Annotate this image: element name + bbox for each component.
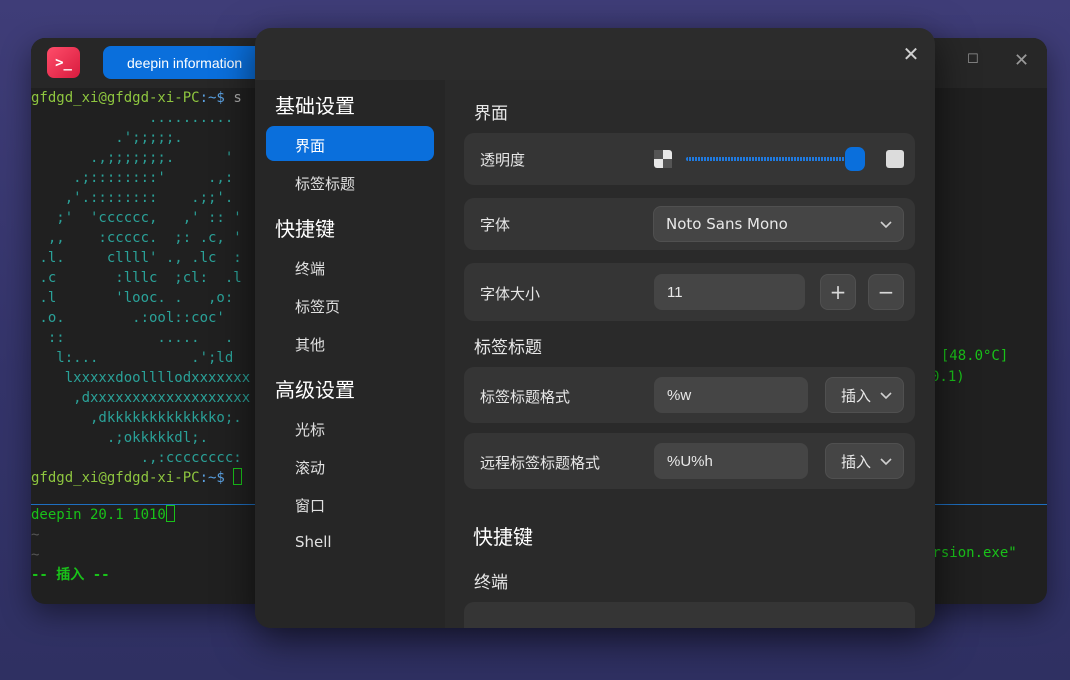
remote-format-label: 远程标签标题格式	[480, 454, 601, 472]
prompt-line-2: gfdgd_xi@gfdgd-xi-PC:~$	[31, 468, 243, 488]
remote-format-row: 远程标签标题格式 %U%h 插入	[464, 433, 915, 489]
settings-nav: 基础设置 界面 标签标题 快捷键 终端 标签页 其他 高级设置 光标 滚动 窗口…	[255, 80, 445, 628]
terminal-app-icon: >_	[47, 47, 80, 78]
nav-item-terminal[interactable]: 终端	[295, 258, 325, 279]
decrease-button[interactable]: −	[868, 274, 904, 310]
opacity-slider-handle[interactable]	[845, 147, 866, 171]
section-title-terminal: 终端	[474, 573, 508, 593]
font-combo[interactable]: Noto Sans Mono	[653, 206, 904, 242]
ascii-art-line: ,'.:::::::: .;;'.	[31, 190, 234, 206]
vim-insert-mode: -- 插入 --	[31, 567, 110, 583]
plus-icon: +	[829, 280, 847, 304]
remote-format-input[interactable]: %U%h	[654, 443, 808, 479]
ascii-art-line: l:... .';ld	[31, 350, 234, 366]
nav-item-scroll[interactable]: 滚动	[295, 457, 325, 478]
maximize-icon[interactable]: ☐	[967, 52, 979, 67]
nav-item-other[interactable]: 其他	[295, 334, 325, 355]
section-title-interface: 界面	[474, 104, 508, 124]
tab-format-label: 标签标题格式	[480, 388, 571, 406]
chevron-down-icon	[880, 458, 892, 466]
ascii-art-line: ,dkkkkkkkkkkkkko;.	[31, 410, 242, 426]
terminal-cursor	[233, 468, 243, 485]
vim-cursor	[165, 505, 175, 522]
nav-item-tab-title[interactable]: 标签标题	[295, 173, 355, 194]
nav-header-basic[interactable]: 基础设置	[275, 90, 355, 119]
command-prefix: s	[233, 90, 242, 106]
ascii-art-line: .;okkkkkdl;.	[31, 430, 209, 446]
section-title-tab-title: 标签标题	[474, 338, 542, 358]
ascii-art-line: .l. cllll' ., .lc :	[31, 250, 242, 266]
ascii-art-line: .,:cccccccc:	[31, 450, 242, 466]
nav-item-window[interactable]: 窗口	[295, 495, 325, 516]
ascii-art-line: lxxxxxdoollllodxxxxxxx	[31, 370, 251, 386]
prompt-path: :~$	[199, 90, 225, 106]
ascii-art-line: .o. .:ool::coc'	[31, 310, 225, 326]
vim-tilde-2: ~	[31, 547, 40, 563]
font-size-label: 字体大小	[480, 285, 541, 303]
minus-icon: −	[877, 280, 895, 304]
vim-tilde-1: ~	[31, 527, 40, 543]
tab-format-value: %w	[667, 386, 692, 404]
prompt-user: gfdgd_xi@gfdgd-xi-PC	[31, 90, 200, 106]
chevron-down-icon	[880, 221, 892, 229]
terminal-tab[interactable]: deepin information	[103, 46, 263, 79]
close-icon[interactable]: ✕	[900, 43, 922, 65]
section-title-shortcuts: 快捷键	[473, 525, 533, 549]
transparent-icon	[654, 150, 672, 168]
font-combo-value: Noto Sans Mono	[666, 215, 788, 233]
vim-text: deepin 20.1 1010	[31, 507, 166, 523]
ascii-art-line: ;' 'cccccc, ,' :: '	[31, 210, 242, 226]
opacity-label: 透明度	[480, 151, 526, 169]
ascii-art-line: .,;;;;;;;. '	[31, 150, 234, 166]
close-icon[interactable]: ✕	[1014, 50, 1029, 71]
tab-format-row: 标签标题格式 %w 插入	[464, 367, 915, 423]
font-label: 字体	[480, 216, 511, 234]
nav-item-shell[interactable]: Shell	[295, 533, 332, 551]
ascii-art-line: ..........	[31, 110, 234, 126]
ascii-art-line: :: ..... .	[31, 330, 234, 346]
font-size-row: 字体大小 11 + −	[464, 263, 915, 321]
ascii-art-line: ,, :ccccc. ;: .c, '	[31, 230, 242, 246]
vim-line: deepin 20.1 1010	[31, 505, 175, 525]
opaque-icon	[886, 150, 904, 168]
terminal-right-text-1: z [48.0°C]	[924, 348, 1009, 364]
opacity-slider[interactable]	[686, 157, 864, 161]
remote-format-insert-combo[interactable]: 插入	[825, 443, 904, 479]
nav-header-shortcuts[interactable]: 快捷键	[275, 213, 335, 242]
terminal-right-text-3: ersion.exe"	[924, 545, 1017, 561]
insert-label: 插入	[841, 386, 872, 405]
terminal-right-text-2: 0.1)	[931, 369, 965, 385]
ascii-art-line: ,dxxxxxxxxxxxxxxxxxxx	[31, 390, 251, 406]
nav-item-cursor[interactable]: 光标	[295, 419, 325, 440]
nav-item-interface[interactable]: 界面	[295, 135, 325, 156]
settings-dialog: ✕ 基础设置 界面 标签标题 快捷键 终端 标签页 其他 高级设置 光标 滚动 …	[255, 28, 935, 628]
nav-header-advanced[interactable]: 高级设置	[275, 374, 355, 403]
tab-format-input[interactable]: %w	[654, 377, 808, 413]
ascii-art-line: .;::::::::' .,:	[31, 170, 234, 186]
nav-item-tab-page[interactable]: 标签页	[295, 296, 340, 317]
prompt-user: gfdgd_xi@gfdgd-xi-PC	[31, 470, 200, 486]
chevron-down-icon	[880, 392, 892, 400]
font-size-input[interactable]: 11	[654, 274, 805, 310]
prompt-line-1: gfdgd_xi@gfdgd-xi-PC:~$ s	[31, 88, 242, 108]
ascii-art-line: .l 'looc. . ,o:	[31, 290, 234, 306]
ascii-art-line: .';;;;;.	[31, 130, 183, 146]
ascii-art-line: .c :lllc ;cl: .l	[31, 270, 242, 286]
font-size-value: 11	[667, 283, 683, 301]
nav-active-highlight	[266, 126, 434, 161]
settings-content: 界面 透明度 字体 Noto Sans Mono 字体大小 11 + − 标签标…	[445, 80, 935, 628]
insert-label: 插入	[841, 452, 872, 471]
font-row: 字体 Noto Sans Mono	[464, 198, 915, 250]
remote-format-value: %U%h	[667, 452, 713, 470]
opacity-row: 透明度	[464, 133, 915, 185]
terminal-shortcut-row	[464, 602, 915, 628]
prompt-path: :~$	[199, 470, 225, 486]
increase-button[interactable]: +	[820, 274, 856, 310]
tab-format-insert-combo[interactable]: 插入	[825, 377, 904, 413]
